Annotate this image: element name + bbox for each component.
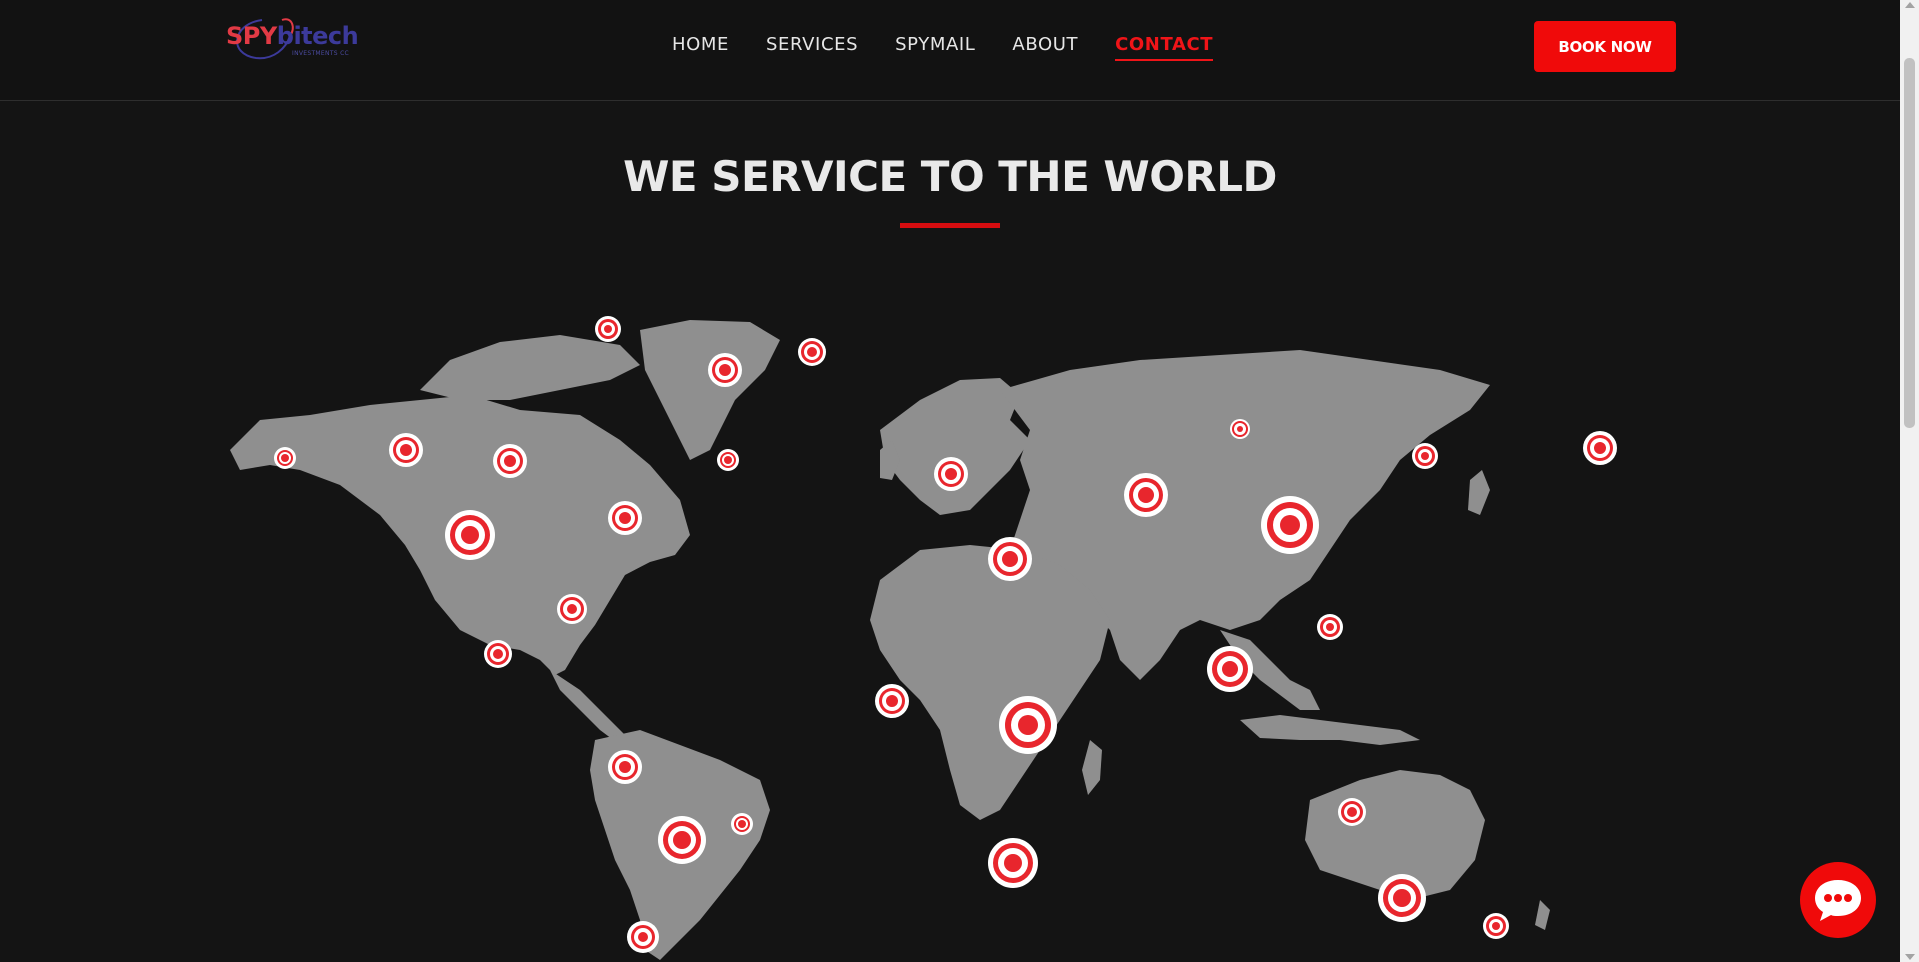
chat-bubble-icon bbox=[1815, 880, 1861, 921]
location-marker[interactable] bbox=[1583, 431, 1617, 465]
location-marker[interactable] bbox=[798, 338, 826, 366]
title-underline bbox=[900, 223, 1000, 228]
section-title: WE SERVICE TO THE WORLD bbox=[623, 152, 1277, 201]
location-marker[interactable] bbox=[608, 750, 642, 784]
landmass-central-america bbox=[550, 670, 630, 745]
location-marker[interactable] bbox=[595, 316, 621, 342]
location-marker[interactable] bbox=[999, 696, 1057, 754]
nav-contact[interactable]: CONTACT bbox=[1115, 34, 1214, 61]
location-marker[interactable] bbox=[493, 444, 527, 478]
location-marker[interactable] bbox=[1317, 614, 1343, 640]
nav-home[interactable]: HOME bbox=[672, 34, 729, 61]
main-nav: HOME SERVICES SPYMAIL ABOUT CONTACT bbox=[672, 34, 1214, 61]
landmass-new-zealand bbox=[1535, 900, 1550, 930]
location-marker[interactable] bbox=[988, 838, 1038, 888]
location-marker[interactable] bbox=[1124, 473, 1168, 517]
logo-tagline: INVESTMENTS CC bbox=[292, 50, 350, 57]
location-marker[interactable] bbox=[658, 816, 706, 864]
landmass-indonesia bbox=[1240, 715, 1420, 745]
nav-services[interactable]: SERVICES bbox=[766, 34, 858, 61]
location-marker[interactable] bbox=[1378, 874, 1426, 922]
location-marker[interactable] bbox=[1261, 496, 1319, 554]
location-marker[interactable] bbox=[484, 640, 512, 668]
logo-primary-text: SPY bbox=[226, 22, 277, 50]
location-marker[interactable] bbox=[934, 457, 968, 491]
location-marker[interactable] bbox=[389, 433, 423, 467]
location-marker[interactable] bbox=[557, 594, 587, 624]
nav-about[interactable]: ABOUT bbox=[1012, 34, 1078, 61]
landmass-arctic-islands bbox=[420, 335, 640, 400]
landmass-greenland bbox=[640, 320, 780, 460]
chat-button[interactable] bbox=[1800, 862, 1876, 938]
location-marker[interactable] bbox=[445, 510, 495, 560]
landmass-africa bbox=[870, 545, 1110, 820]
logo-secondary-text: bitech bbox=[276, 22, 359, 50]
logo-wordmark: SPYbitech bbox=[226, 22, 359, 50]
arrow-down-icon[interactable] bbox=[1905, 954, 1915, 960]
location-marker[interactable] bbox=[875, 684, 909, 718]
location-marker[interactable] bbox=[627, 921, 659, 953]
map-landmasses bbox=[230, 320, 1550, 960]
location-marker[interactable] bbox=[988, 537, 1032, 581]
world-map bbox=[230, 316, 1617, 960]
spybitech-logo[interactable]: SPYbitech INVESTMENTS CC bbox=[226, 14, 362, 66]
location-marker[interactable] bbox=[1412, 443, 1438, 469]
arrow-up-icon[interactable] bbox=[1905, 2, 1915, 8]
site-header: SPYbitech INVESTMENTS CC HOME SERVICES S… bbox=[0, 0, 1900, 101]
landmass-japan bbox=[1468, 470, 1490, 515]
location-marker[interactable] bbox=[1338, 798, 1366, 826]
landmass-madagascar bbox=[1082, 740, 1102, 795]
location-marker[interactable] bbox=[708, 353, 742, 387]
scrollbar-thumb[interactable] bbox=[1904, 58, 1915, 428]
book-now-button[interactable]: BOOK NOW bbox=[1534, 21, 1676, 72]
location-marker[interactable] bbox=[1230, 419, 1250, 439]
scrollbar[interactable] bbox=[1900, 0, 1919, 962]
location-marker[interactable] bbox=[717, 449, 739, 471]
location-marker[interactable] bbox=[731, 813, 753, 835]
location-marker[interactable] bbox=[1483, 913, 1509, 939]
nav-spymail[interactable]: SPYMAIL bbox=[895, 34, 975, 61]
location-marker[interactable] bbox=[274, 447, 296, 469]
location-marker[interactable] bbox=[608, 501, 642, 535]
location-marker[interactable] bbox=[1207, 646, 1253, 692]
